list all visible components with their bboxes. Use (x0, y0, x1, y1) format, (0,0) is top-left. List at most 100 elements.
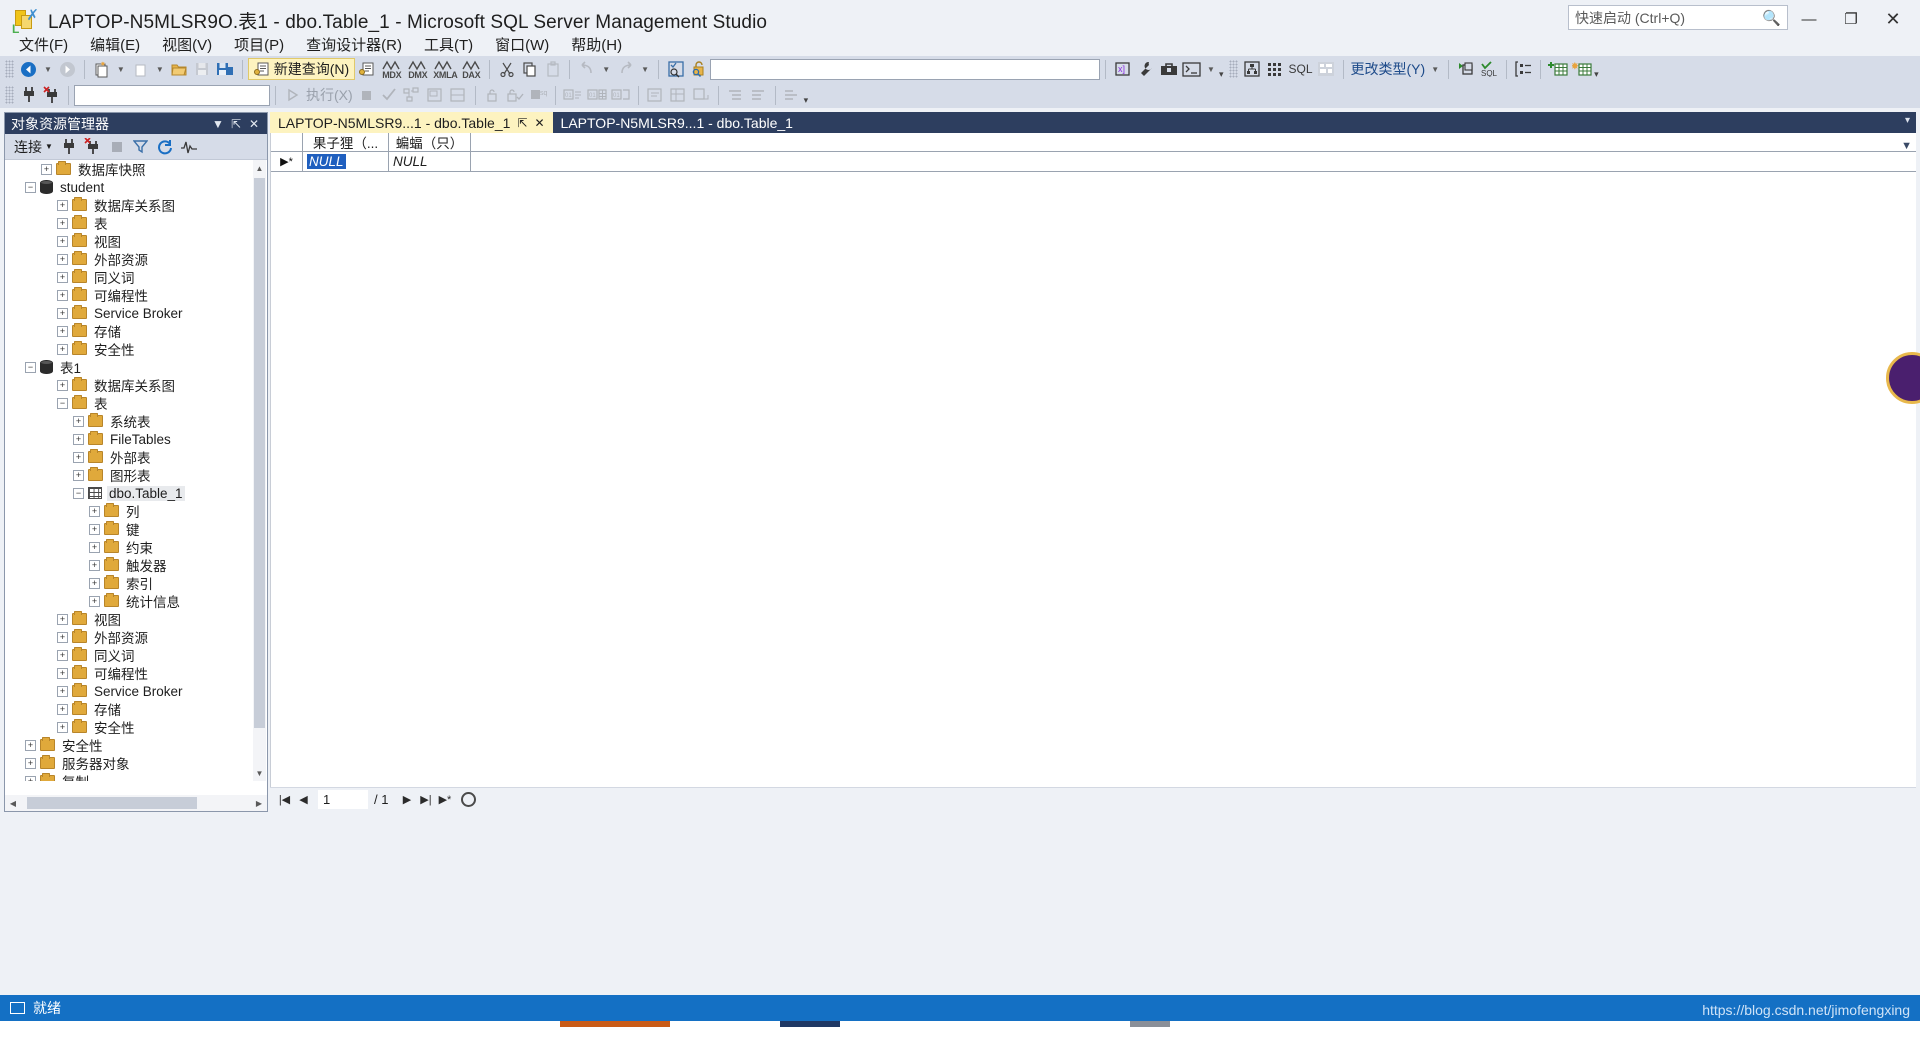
close-button[interactable]: ✕ (1872, 2, 1914, 36)
prev-page-button[interactable]: ◀ (295, 791, 312, 809)
tree-node[interactable]: + 视图 (5, 232, 267, 250)
last-page-button[interactable]: ▶| (417, 791, 434, 809)
add-table-icon[interactable] (1546, 58, 1570, 80)
toolbar-combo[interactable] (710, 58, 1101, 80)
next-page-button[interactable]: ▶ (398, 791, 415, 809)
console-icon[interactable] (1180, 58, 1203, 80)
grid-header-col-2[interactable]: 蝙蝠（只） (389, 133, 471, 151)
save-button[interactable] (191, 58, 214, 80)
data-grid[interactable]: 果子狸（... 蝙蝠（只） ▶* NULL NULL (270, 133, 1916, 787)
xmla-query-button[interactable]: XMLA (430, 58, 458, 80)
add-new-derived-table-icon[interactable] (1570, 58, 1594, 80)
back-dropdown-caret[interactable]: ▼ (40, 65, 56, 74)
new-item-button[interactable] (129, 58, 152, 80)
expand-icon[interactable]: + (89, 541, 100, 553)
open-file-button[interactable] (168, 58, 191, 80)
expand-icon[interactable]: + (57, 703, 68, 715)
toolbar2-overflow-caret[interactable]: ▾ (804, 95, 809, 108)
scroll-left-icon[interactable]: ◀ (5, 795, 21, 811)
scroll-thumb[interactable] (254, 178, 265, 728)
navigate-forward-button[interactable] (56, 58, 79, 80)
expand-icon[interactable]: + (57, 721, 68, 733)
expand-icon[interactable]: + (57, 325, 68, 337)
find-in-files-icon[interactable] (664, 58, 687, 80)
tree-node[interactable]: − dbo.Table_1 (5, 484, 267, 502)
database-combo[interactable] (74, 84, 270, 106)
visual-studio-icon[interactable]: x] (1111, 58, 1134, 80)
collapse-icon[interactable]: − (73, 487, 84, 499)
tree-node[interactable]: + 索引 (5, 574, 267, 592)
tab-table1-active[interactable]: LAPTOP-N5MLSR9...1 - dbo.Table_1 ⇱ ✕ (270, 112, 553, 133)
scroll-up-icon[interactable]: ▲ (253, 160, 266, 176)
toolbox-icon[interactable] (1157, 58, 1180, 80)
quick-launch-input[interactable]: 快速启动 (Ctrl+Q) (1575, 8, 1762, 28)
tabstrip-overflow-caret-icon[interactable]: ▾ (1905, 115, 1910, 126)
tree-node[interactable]: + 安全性 (5, 718, 267, 736)
expand-icon[interactable]: + (57, 289, 68, 301)
tree-node[interactable]: + 数据库快照 (5, 160, 267, 178)
expand-icon[interactable]: + (25, 775, 36, 781)
expand-icon[interactable]: + (89, 559, 100, 571)
expand-icon[interactable]: + (89, 577, 100, 589)
redo-caret[interactable]: ▼ (637, 65, 653, 74)
tree-node[interactable]: + 服务器对象 (5, 754, 267, 772)
grid-header-rowselector[interactable] (271, 133, 303, 151)
increase-indent-icon[interactable] (724, 84, 747, 106)
undo-icon[interactable] (575, 58, 598, 80)
row-marker[interactable]: ▶* (271, 152, 303, 171)
sql-icon[interactable]: SQL (1287, 58, 1315, 80)
navigate-back-button[interactable] (17, 58, 40, 80)
grid-cell-col-2[interactable]: NULL (389, 152, 471, 171)
expand-icon[interactable]: + (57, 199, 68, 211)
toolbar-overflow-caret-2[interactable]: ▾ (1594, 69, 1599, 82)
results-to-grid-icon[interactable]: 01 (585, 84, 609, 106)
new-row-button[interactable]: ▶* (436, 791, 453, 809)
parse-check-icon[interactable] (378, 84, 401, 106)
menu-help[interactable]: 帮助(H) (560, 32, 633, 57)
save-all-button[interactable] (214, 58, 237, 80)
oe-refresh-icon[interactable] (154, 137, 176, 157)
collapse-icon[interactable]: − (25, 181, 36, 193)
tree-node[interactable]: + 可编程性 (5, 286, 267, 304)
tree-node[interactable]: + 同义词 (5, 268, 267, 286)
tree-node[interactable]: − student (5, 178, 267, 196)
console-caret[interactable]: ▼ (1203, 65, 1219, 74)
menu-view[interactable]: 视图(V) (151, 32, 223, 57)
object-explorer-icon[interactable] (1241, 58, 1264, 80)
toolbar-overflow-caret[interactable]: ▾ (1219, 69, 1224, 82)
decrease-indent-icon[interactable] (747, 84, 770, 106)
expand-icon[interactable]: + (57, 307, 68, 319)
oe-connect-icon[interactable] (58, 137, 80, 157)
tree-node[interactable]: + 键 (5, 520, 267, 538)
align-icon[interactable] (781, 84, 804, 106)
tab-table1-secondary[interactable]: LAPTOP-N5MLSR9...1 - dbo.Table_1 (553, 112, 801, 133)
expand-icon[interactable]: + (41, 163, 52, 175)
tree-node[interactable]: + 外部资源 (5, 628, 267, 646)
chevron-down-icon[interactable]: ▼ (209, 117, 227, 131)
undo-caret[interactable]: ▼ (598, 65, 614, 74)
expand-icon[interactable]: + (57, 613, 68, 625)
tree-node[interactable]: + 数据库关系图 (5, 376, 267, 394)
expand-icon[interactable]: + (57, 343, 68, 355)
expand-icon[interactable]: + (73, 469, 84, 481)
tab-close-icon[interactable]: ✕ (534, 116, 544, 130)
lock-check-icon[interactable] (504, 84, 527, 106)
tree-node[interactable]: + 同义词 (5, 646, 267, 664)
change-type-label[interactable]: 更改类型(Y) (1349, 59, 1428, 79)
copy-icon[interactable] (518, 58, 541, 80)
execute-play-icon[interactable] (281, 84, 304, 106)
tree-node[interactable]: + FileTables (5, 430, 267, 448)
tree-node[interactable]: + 安全性 (5, 340, 267, 358)
menu-project[interactable]: 项目(P) (223, 32, 295, 57)
tree-node[interactable]: + Service Broker (5, 304, 267, 322)
expand-icon[interactable]: + (57, 271, 68, 283)
verify-sql-icon[interactable]: SQL (1477, 58, 1501, 80)
oe-disconnect-icon[interactable] (82, 137, 104, 157)
dax-query-button[interactable]: DAX (458, 58, 484, 80)
oe-filter-icon[interactable] (130, 137, 152, 157)
tree-node[interactable]: + 可编程性 (5, 664, 267, 682)
indent-icon[interactable] (690, 84, 713, 106)
template-explorer-icon[interactable] (1315, 58, 1338, 80)
tree-node[interactable]: + 数据库关系图 (5, 196, 267, 214)
tree-node[interactable]: + 存储 (5, 700, 267, 718)
